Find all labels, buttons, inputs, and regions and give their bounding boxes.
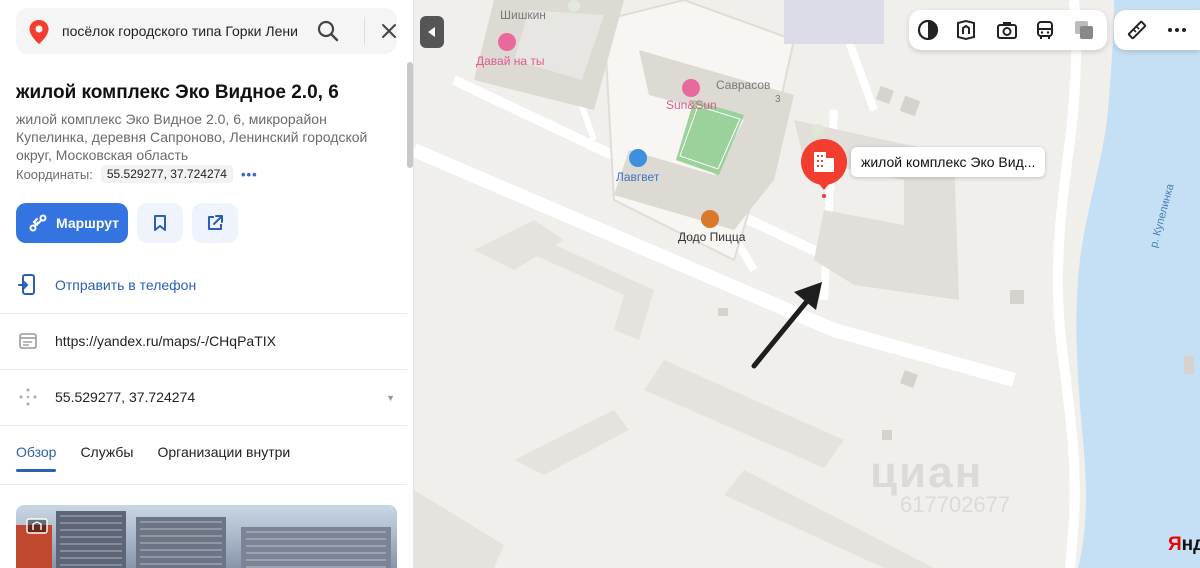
map-label-sunsun[interactable]: Sun&Sun bbox=[666, 98, 717, 112]
watermark-phone: 617702677 bbox=[900, 492, 1011, 517]
more-icon[interactable] bbox=[1166, 19, 1188, 41]
place-address: жилой комплекс Эко Видное 2.0, 6, микрор… bbox=[16, 111, 368, 163]
building bbox=[514, 410, 629, 475]
map-label-savrasov: Саврасов bbox=[716, 78, 771, 92]
crosshair-icon bbox=[19, 388, 36, 406]
route-button[interactable]: Маршрут bbox=[16, 203, 128, 243]
building-icon bbox=[814, 152, 826, 172]
layers-icon[interactable] bbox=[917, 19, 939, 41]
small-building bbox=[718, 308, 728, 316]
chevron-left-icon bbox=[428, 27, 435, 37]
small-building bbox=[876, 86, 894, 104]
yandex-logo-text: нд bbox=[1181, 534, 1200, 555]
small-building bbox=[900, 370, 918, 388]
coordinates-chip[interactable]: 55.529277, 37.724274 bbox=[100, 165, 233, 183]
route-icon bbox=[29, 214, 47, 232]
tab-organizations[interactable]: Организации внутри bbox=[157, 444, 290, 472]
building-blue bbox=[784, 0, 884, 44]
ruler-icon[interactable] bbox=[1126, 19, 1148, 41]
map-tools-toolbar bbox=[1114, 10, 1200, 50]
small-building bbox=[899, 95, 921, 117]
building bbox=[644, 360, 844, 468]
panorama-icon[interactable] bbox=[26, 517, 48, 535]
map-label-lavvet[interactable]: Лавгвет bbox=[616, 170, 659, 184]
panorama-icon[interactable] bbox=[955, 19, 977, 41]
tree bbox=[568, 0, 580, 12]
coordinates-text: 55.529277, 37.724274 bbox=[55, 389, 196, 405]
building bbox=[414, 490, 504, 568]
small-building bbox=[1010, 290, 1024, 304]
link-row[interactable]: https://yandex.ru/maps/-/CHqPaTIX bbox=[0, 313, 407, 369]
coordinates-label: Координаты: bbox=[16, 166, 93, 182]
share-icon bbox=[208, 215, 223, 230]
share-button[interactable] bbox=[192, 203, 238, 243]
send-to-phone-label: Отправить в телефон bbox=[55, 277, 197, 293]
selected-place-label-text: жилой комплекс Эко Вид... bbox=[861, 154, 1036, 170]
poi-orange bbox=[701, 210, 719, 228]
watermark: циан bbox=[870, 448, 984, 497]
shore-road bbox=[1052, 0, 1082, 568]
building bbox=[534, 240, 654, 340]
coordinates-value: 55.529277, 37.724274 bbox=[106, 167, 227, 181]
tab-overview[interactable]: Обзор bbox=[16, 444, 57, 472]
more-icon[interactable]: ••• bbox=[241, 167, 258, 182]
bookmark-icon bbox=[154, 215, 166, 231]
tabs: Обзор Службы Организации внутри bbox=[16, 444, 290, 472]
chevron-down-icon: ▼ bbox=[386, 393, 395, 403]
location-pin-icon bbox=[29, 20, 49, 44]
search-box bbox=[16, 8, 397, 54]
bus-icon[interactable] bbox=[1034, 19, 1056, 41]
map-label-davay[interactable]: Давай на ты bbox=[476, 54, 545, 68]
tree bbox=[812, 124, 824, 136]
place-title: жилой комплекс Эко Видное 2.0, 6 bbox=[16, 82, 339, 103]
annotation-arrow-head bbox=[794, 282, 822, 310]
photo-icon[interactable] bbox=[996, 19, 1018, 41]
poi-pink bbox=[498, 33, 516, 51]
link-card-icon bbox=[18, 333, 37, 349]
phone-icon bbox=[17, 274, 35, 295]
map-canvas[interactable]: Шишкин Давай на ты Саврасов Sun&Sun Лавг… bbox=[414, 0, 1200, 568]
divider bbox=[0, 425, 407, 426]
search-divider bbox=[364, 17, 365, 45]
poi-blue bbox=[629, 149, 647, 167]
divider bbox=[0, 484, 407, 485]
small-building bbox=[882, 430, 892, 440]
share-link-text: https://yandex.ru/maps/-/CHqPaTIX bbox=[55, 333, 276, 349]
tab-services[interactable]: Службы bbox=[80, 444, 133, 472]
map-label-shishkin: Шишкин bbox=[500, 8, 546, 22]
search-icon[interactable] bbox=[316, 19, 340, 43]
panel-scrollbar[interactable] bbox=[407, 62, 413, 168]
place-panel: жилой комплекс Эко Видное 2.0, 6 жилой к… bbox=[0, 0, 414, 568]
coordinates-row: Координаты: 55.529277, 37.724274 ••• bbox=[16, 164, 258, 184]
collapse-panel-button[interactable] bbox=[420, 16, 444, 48]
map-layers-toolbar bbox=[909, 10, 1107, 50]
place-photo[interactable] bbox=[16, 505, 397, 568]
yandex-logo[interactable]: Янд bbox=[1168, 534, 1200, 556]
tree bbox=[549, 15, 559, 25]
search-input[interactable] bbox=[62, 8, 306, 54]
selected-pin-dot bbox=[822, 194, 826, 198]
river-water bbox=[1076, 0, 1200, 568]
traffic-layers-icon[interactable] bbox=[1073, 19, 1095, 41]
coordinates-expand-row[interactable]: 55.529277, 37.724274 ▼ bbox=[0, 369, 407, 425]
yandex-logo-letter: Я bbox=[1168, 534, 1182, 555]
small-building bbox=[1184, 356, 1194, 374]
app-root: жилой комплекс Эко Видное 2.0, 6 жилой к… bbox=[0, 0, 1200, 568]
selected-place-label[interactable]: жилой комплекс Эко Вид... bbox=[851, 147, 1046, 177]
send-to-phone-row[interactable]: Отправить в телефон bbox=[0, 257, 407, 313]
map-graphics bbox=[414, 0, 1200, 568]
poi-pink bbox=[682, 79, 700, 97]
close-icon[interactable] bbox=[379, 21, 399, 41]
route-button-label: Маршрут bbox=[56, 215, 120, 231]
map-label-house-number: 3 bbox=[775, 94, 781, 105]
map-label-dodo[interactable]: Додо Пицца bbox=[678, 230, 745, 244]
bookmark-button[interactable] bbox=[137, 203, 183, 243]
building-icon bbox=[826, 158, 834, 172]
